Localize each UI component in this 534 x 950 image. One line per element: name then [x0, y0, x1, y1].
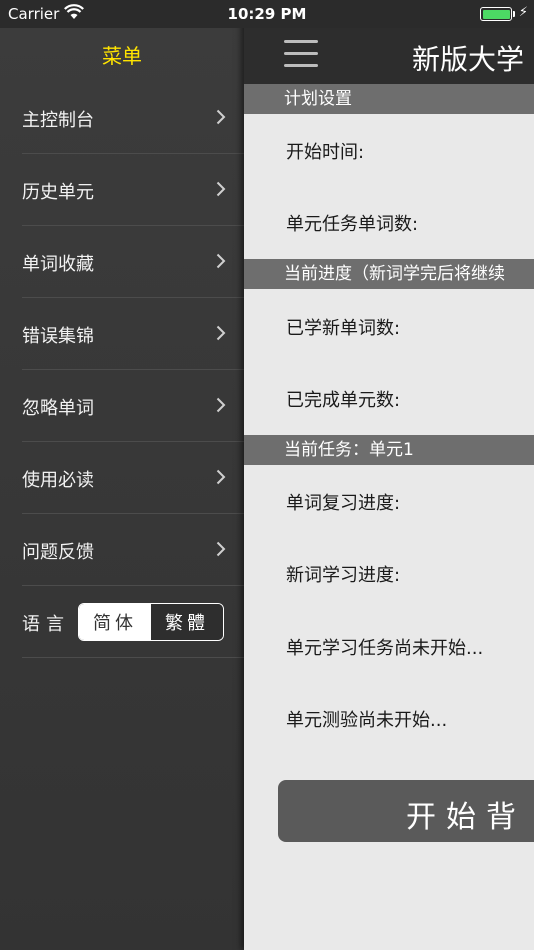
review-progress-row: 单词复习进度:	[286, 493, 401, 514]
battery-icon	[480, 7, 512, 21]
chevron-right-icon	[216, 397, 226, 413]
learned-new-words-row: 已学新单词数:	[286, 318, 401, 339]
menu-list: 主控制台 历史单元 单词收藏 错误集锦 忽略单词 使用必读 问题反馈 语言 简体…	[0, 82, 244, 658]
language-option-simplified[interactable]: 简体	[79, 604, 151, 640]
menu-item-label: 问题反馈	[22, 542, 94, 563]
language-option-traditional[interactable]: 繁體	[151, 604, 223, 640]
menu-item-favorites[interactable]: 单词收藏	[22, 226, 244, 298]
menu-item-label: 忽略单词	[22, 398, 94, 419]
nav-title: 新版大学	[412, 43, 525, 76]
section-header-task: 当前任务：单元1	[244, 435, 534, 465]
menu-item-label: 历史单元	[22, 182, 94, 203]
battery-tip	[513, 11, 515, 17]
chevron-right-icon	[216, 541, 226, 557]
menu-item-label: 主控制台	[22, 110, 94, 131]
start-study-label: 开始背	[406, 800, 526, 835]
menu-item-mistakes[interactable]: 错误集锦	[22, 298, 244, 370]
menu-item-label: 单词收藏	[22, 254, 94, 275]
chevron-right-icon	[216, 181, 226, 197]
menu-item-label: 使用必读	[22, 470, 94, 491]
unit-task-status-row: 单元学习任务尚未开始...	[286, 638, 484, 659]
menu-item-label: 错误集锦	[22, 326, 94, 347]
start-study-button[interactable]: 开始背	[278, 780, 534, 842]
unit-word-count-row[interactable]: 单元任务单词数:	[286, 210, 418, 236]
language-label: 语言	[22, 614, 70, 635]
language-segmented-control: 简体 繁體	[78, 603, 224, 641]
chevron-right-icon	[216, 469, 226, 485]
chevron-right-icon	[216, 325, 226, 341]
side-menu: 菜单 主控制台 历史单元 单词收藏 错误集锦 忽略单词 使用必读 问题反馈 语言…	[0, 0, 244, 950]
clock: 10:29 PM	[227, 5, 307, 23]
main-view: 新版大学 计划设置 开始时间: 单元任务单词数: 当前进度（新词学完后将继续 已…	[244, 0, 534, 950]
menu-item-history-units[interactable]: 历史单元	[22, 154, 244, 226]
menu-item-feedback[interactable]: 问题反馈	[22, 514, 244, 586]
chevron-right-icon	[216, 253, 226, 269]
status-bar: Carrier 10:29 PM ⚡	[0, 0, 534, 28]
menu-item-console[interactable]: 主控制台	[22, 82, 244, 154]
menu-item-ignored-words[interactable]: 忽略单词	[22, 370, 244, 442]
section-header-progress: 当前进度（新词学完后将继续	[244, 259, 534, 289]
charging-icon: ⚡	[518, 5, 528, 20]
language-row: 语言 简体 繁體	[22, 586, 244, 658]
menu-item-guide[interactable]: 使用必读	[22, 442, 244, 514]
completed-units-row: 已完成单元数:	[286, 390, 401, 411]
start-time-row[interactable]: 开始时间:	[286, 138, 364, 164]
chevron-right-icon	[216, 109, 226, 125]
menu-title: 菜单	[102, 44, 142, 68]
new-word-progress-row: 新词学习进度:	[286, 565, 401, 586]
unit-test-status-row: 单元测验尚未开始...	[286, 710, 448, 731]
hamburger-menu-icon[interactable]	[284, 40, 318, 68]
section-header-plan: 计划设置	[244, 84, 534, 114]
